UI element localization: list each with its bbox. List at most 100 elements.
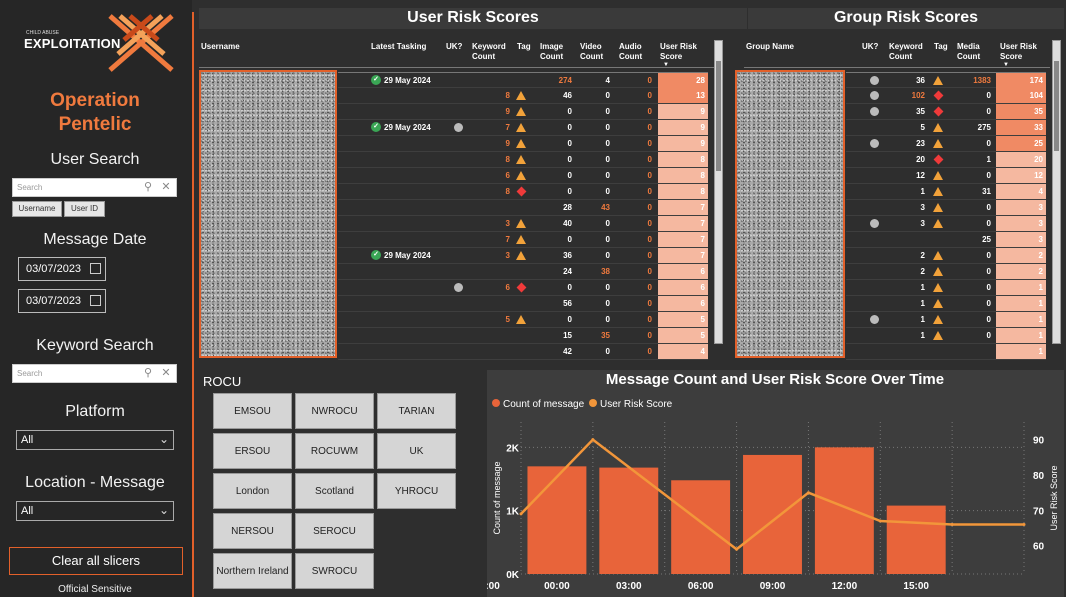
col-image-count[interactable]: Image Count (540, 42, 570, 62)
table-row[interactable]: ✓ 29 May 2024 3 36 0 0 7 (338, 248, 708, 264)
table-row[interactable]: 24 38 0 6 (338, 264, 708, 280)
calendar-icon[interactable] (90, 263, 101, 274)
rocu-button-tarian[interactable]: TARIAN (377, 393, 456, 429)
table-row[interactable]: 8 46 0 0 13 (338, 88, 708, 104)
table-row[interactable]: 101 (846, 280, 1046, 296)
table-row[interactable]: 5 275 33 (846, 120, 1046, 136)
check-icon: ✓ (371, 75, 381, 85)
col-group-uk[interactable]: UK? (862, 42, 878, 52)
table-row[interactable]: 101 (846, 312, 1046, 328)
scroll-thumb[interactable] (716, 61, 721, 171)
col-username[interactable]: Username (201, 42, 240, 52)
keyword-count: 8 (505, 91, 510, 100)
sort-desc-icon[interactable]: ▼ (663, 62, 669, 68)
col-video-count[interactable]: Video Count (580, 42, 610, 62)
table-row[interactable]: 3 40 0 0 7 (338, 216, 708, 232)
col-group-tag[interactable]: Tag (934, 42, 948, 52)
calendar-icon[interactable] (90, 295, 101, 306)
table-row[interactable]: 80008 (338, 152, 708, 168)
table-row[interactable]: ✓ 29 May 2024 7 0 0 0 9 (338, 120, 708, 136)
user-avatar-blurred (199, 70, 337, 358)
col-group-name[interactable]: Group Name (746, 42, 794, 52)
date-to-input[interactable]: 03/07/2023 (18, 289, 106, 313)
table-row[interactable]: 20 1 20 (846, 152, 1046, 168)
audio-count: 0 (647, 347, 652, 356)
image-count: 0 (567, 283, 572, 292)
location-dropdown[interactable]: All ⌄ (16, 501, 174, 521)
table-row[interactable]: 70007 (338, 232, 708, 248)
table-row[interactable]: 102 0 104 (846, 88, 1046, 104)
sort-desc-icon[interactable]: ▼ (1003, 62, 1009, 68)
user-risk-score: 28 (658, 73, 708, 88)
table-row[interactable]: 60008 (338, 168, 708, 184)
rocu-button-nwrocu[interactable]: NWROCU (295, 393, 374, 429)
table-row[interactable]: 1 (846, 344, 1046, 360)
close-icon[interactable]: ✕ (160, 181, 172, 193)
col-keyword-count[interactable]: Keyword Count (472, 42, 510, 62)
col-group-keyword[interactable]: Keyword Count (889, 42, 927, 62)
table-row[interactable]: 35 0 35 (846, 104, 1046, 120)
user-table-scrollbar[interactable] (714, 40, 723, 344)
table-row[interactable]: 101 (846, 296, 1046, 312)
group-table-scrollbar[interactable] (1052, 40, 1061, 344)
table-row[interactable]: 42 0 0 4 (338, 344, 708, 360)
table-row[interactable]: 56 0 0 6 (338, 296, 708, 312)
user-search-input[interactable]: Search ⚲ ✕ (12, 178, 177, 197)
table-row[interactable]: 23 0 25 (846, 136, 1046, 152)
table-row[interactable]: 15 35 0 5 (338, 328, 708, 344)
search-icon[interactable]: ⚲ (142, 367, 154, 379)
rocu-button-rocuwm[interactable]: ROCUWM (295, 433, 374, 469)
date-from-input[interactable]: 03/07/2023 (18, 257, 106, 281)
table-row[interactable]: 1 31 4 (846, 184, 1046, 200)
col-latest-tasking[interactable]: Latest Tasking (371, 42, 426, 52)
col-group-risk-score[interactable]: User Risk Score (1000, 42, 1042, 62)
table-row[interactable]: 202 (846, 248, 1046, 264)
scroll-thumb[interactable] (1054, 61, 1059, 151)
rocu-button-london[interactable]: London (213, 473, 292, 509)
rocu-button-swrocu[interactable]: SWROCU (295, 553, 374, 589)
user-search-heading: User Search (50, 151, 140, 168)
table-row[interactable]: 25 3 (846, 232, 1046, 248)
legend-label: Count of message (503, 399, 585, 410)
platform-dropdown[interactable]: All ⌄ (16, 430, 174, 450)
alert-diamond-icon (516, 282, 527, 293)
table-row[interactable]: 202 (846, 264, 1046, 280)
rocu-button-ersou[interactable]: ERSOU (213, 433, 292, 469)
table-row[interactable]: 28 43 0 7 (338, 200, 708, 216)
table-row[interactable]: 50005 (338, 312, 708, 328)
table-row[interactable]: 90009 (338, 136, 708, 152)
rocu-button-northern-ireland[interactable]: Northern Ireland (213, 553, 292, 589)
rocu-button-uk[interactable]: UK (377, 433, 456, 469)
col-audio-count[interactable]: Audio Count (619, 42, 649, 62)
col-uk[interactable]: UK? (446, 42, 462, 52)
search-icon[interactable]: ⚲ (142, 181, 154, 193)
warning-triangle-icon (933, 267, 943, 276)
table-row[interactable]: 90009 (338, 104, 708, 120)
table-row[interactable]: ✓ 29 May 2024 274 4 0 28 (338, 72, 708, 88)
rocu-button-emsou[interactable]: EMSOU (213, 393, 292, 429)
rocu-button-scotland[interactable]: Scotland (295, 473, 374, 509)
toggle-username-button[interactable]: Username (12, 201, 62, 217)
col-media-count[interactable]: Media Count (957, 42, 987, 62)
close-icon[interactable]: ✕ (160, 367, 172, 379)
col-tag[interactable]: Tag (517, 42, 531, 52)
audio-count: 0 (647, 315, 652, 324)
keyword-count: 1 (920, 315, 925, 324)
table-row[interactable]: 303 (846, 216, 1046, 232)
keyword-search-input[interactable]: Search ⚲ ✕ (12, 364, 177, 383)
table-row[interactable]: 303 (846, 200, 1046, 216)
audio-count: 0 (647, 267, 652, 276)
rocu-button-serocu[interactable]: SEROCU (295, 513, 374, 549)
rocu-button-yhrocu[interactable]: YHROCU (377, 473, 456, 509)
table-row[interactable]: 80008 (338, 184, 708, 200)
table-row[interactable]: 101 (846, 328, 1046, 344)
warning-triangle-icon (933, 251, 943, 260)
user-risk-score: 9 (658, 136, 708, 151)
rocu-button-nersou[interactable]: NERSOU (213, 513, 292, 549)
col-user-risk-score[interactable]: User Risk Score (660, 42, 702, 62)
toggle-userid-button[interactable]: User ID (64, 201, 105, 217)
table-row[interactable]: 12 0 12 (846, 168, 1046, 184)
table-row[interactable]: 36 1383 174 (846, 72, 1046, 88)
clear-all-slicers-button[interactable]: Clear all slicers (9, 547, 183, 575)
table-row[interactable]: 60006 (338, 280, 708, 296)
